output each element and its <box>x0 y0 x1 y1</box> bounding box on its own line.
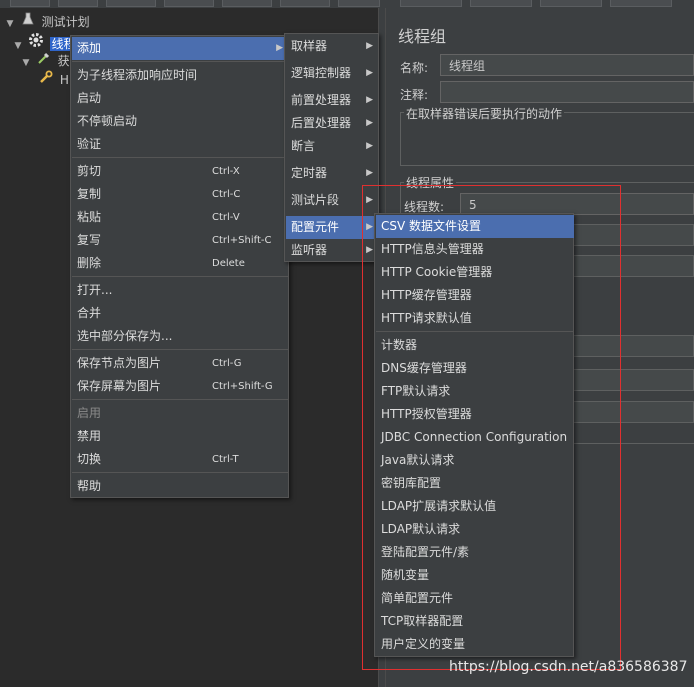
config-item-random-variable[interactable]: 随机变量 <box>376 564 574 587</box>
flask-icon <box>20 12 36 32</box>
submenu-item-sampler[interactable]: 取样器 ▶ <box>286 35 379 58</box>
tree-node-label: 测试计划 <box>41 15 90 29</box>
menu-item-merge[interactable]: 合并 <box>72 302 289 325</box>
config-element-submenu: CSV 数据文件设置 HTTP信息头管理器 HTTP Cookie管理器 HTT… <box>374 213 574 657</box>
config-item-cookie-manager[interactable]: HTTP Cookie管理器 <box>376 261 574 284</box>
menu-item-start[interactable]: 启动 <box>72 87 289 110</box>
toolbar <box>0 0 694 8</box>
menu-item-delete[interactable]: 删除 Delete <box>72 252 289 275</box>
toolbar-button[interactable] <box>280 0 330 7</box>
config-item-ldap-extended-defaults[interactable]: LDAP扩展请求默认值 <box>376 495 574 518</box>
threads-field[interactable]: 5 <box>460 193 694 215</box>
menu-item-validate[interactable]: 验证 <box>72 133 289 156</box>
config-item-ldap-defaults[interactable]: LDAP默认请求 <box>376 518 574 541</box>
toolbar-button[interactable] <box>400 0 462 7</box>
menu-separator <box>72 276 289 277</box>
add-submenu: 取样器 ▶ 逻辑控制器 ▶ 前置处理器 ▶ 后置处理器 ▶ 断言 ▶ 定时器 ▶ 测试片段 ▶… <box>284 33 379 262</box>
menu-item-save-node-image[interactable]: 保存节点为图片 Ctrl-G <box>72 352 289 375</box>
comment-label: 注释: <box>400 88 429 102</box>
toolbar-button[interactable] <box>610 0 672 7</box>
menu-separator <box>72 349 289 350</box>
submenu-arrow-icon: ▶ <box>366 245 373 255</box>
tree-node-label: 获 <box>57 54 70 68</box>
config-item-jdbc-connection[interactable]: JDBC Connection Configuration <box>376 426 574 449</box>
tree-node-sampler[interactable]: ▼ 获 <box>20 51 70 70</box>
tree-node-test-plan[interactable]: ▼ 测试计划 <box>4 12 90 31</box>
menu-item-cut[interactable]: 剪切 Ctrl-X <box>72 160 289 183</box>
config-item-csv-data-set[interactable]: CSV 数据文件设置 <box>376 215 574 238</box>
toolbar-button[interactable] <box>10 0 50 7</box>
toolbar-button[interactable] <box>338 0 380 7</box>
menu-item-add-response-time[interactable]: 为子线程添加响应时间 <box>72 64 289 87</box>
toolbar-button[interactable] <box>540 0 602 7</box>
submenu-arrow-icon: ▶ <box>366 118 373 128</box>
menu-item-enable: 启用 <box>77 406 102 420</box>
name-label: 名称: <box>400 61 429 75</box>
config-item-cache-manager[interactable]: HTTP缓存管理器 <box>376 284 574 307</box>
tree-node-config[interactable]: H <box>38 70 69 89</box>
thread-properties-title: 线程属性 <box>404 174 457 191</box>
submenu-item-config-element[interactable]: 配置元件 ▶ <box>286 216 379 239</box>
config-item-ftp-defaults[interactable]: FTP默认请求 <box>376 380 574 403</box>
menu-separator <box>72 472 289 473</box>
submenu-arrow-icon: ▶ <box>366 41 373 51</box>
expand-arrow-icon[interactable]: ▼ <box>20 54 32 73</box>
menu-item-duplicate[interactable]: 复写 Ctrl+Shift-C <box>72 229 289 252</box>
comment-field[interactable] <box>440 81 694 103</box>
config-item-java-defaults[interactable]: Java默认请求 <box>376 449 574 472</box>
config-item-auth-manager[interactable]: HTTP授权管理器 <box>376 403 574 426</box>
submenu-item-post-processor[interactable]: 后置处理器 ▶ <box>286 112 379 135</box>
submenu-item-assertion[interactable]: 断言 ▶ <box>286 135 379 158</box>
menu-item-help[interactable]: 帮助 <box>72 475 289 498</box>
toolbar-button[interactable] <box>106 0 156 7</box>
menu-separator <box>72 399 289 400</box>
menu-separator <box>72 61 289 62</box>
menu-item-toggle[interactable]: 切换 Ctrl-T <box>72 448 289 471</box>
toolbar-button[interactable] <box>58 0 98 7</box>
context-menu: 添加 ▶ 为子线程添加响应时间 启动 不停顿启动 验证 剪切 Ctrl-X 复制 Ct… <box>70 35 289 498</box>
config-item-counter[interactable]: 计数器 <box>376 334 574 357</box>
tree-node-thread-group[interactable]: ▼ 线程 <box>12 32 78 51</box>
menu-separator <box>72 157 289 158</box>
submenu-item-listener[interactable]: 监听器 ▶ <box>286 239 379 262</box>
config-item-keystore[interactable]: 密钥库配置 <box>376 472 574 495</box>
menu-item-paste[interactable]: 粘贴 Ctrl-V <box>72 206 289 229</box>
menu-item-disable[interactable]: 禁用 <box>72 425 289 448</box>
toolbar-button[interactable] <box>164 0 214 7</box>
submenu-arrow-icon: ▶ <box>276 43 283 53</box>
on-error-group-title: 在取样器错误后要执行的动作 <box>404 105 565 122</box>
config-item-request-defaults[interactable]: HTTP请求默认值 <box>376 307 574 330</box>
menu-item-open[interactable]: 打开... <box>72 279 289 302</box>
menu-item-add[interactable]: 添加 ▶ <box>72 37 289 60</box>
tree-node-label: H <box>59 73 69 87</box>
submenu-item-logic-controller[interactable]: 逻辑控制器 ▶ <box>286 62 379 85</box>
menu-item-copy[interactable]: 复制 Ctrl-C <box>72 183 289 206</box>
config-item-login-config[interactable]: 登陆配置元件/素 <box>376 541 574 564</box>
config-item-simple-config[interactable]: 简单配置元件 <box>376 587 574 610</box>
menu-item-save-selection-as[interactable]: 选中部分保存为... <box>72 325 289 348</box>
menu-separator <box>376 331 574 332</box>
wrench-icon <box>38 70 54 90</box>
config-item-header-manager[interactable]: HTTP信息头管理器 <box>376 238 574 261</box>
submenu-arrow-icon: ▶ <box>366 168 373 178</box>
submenu-item-test-fragment[interactable]: 测试片段 ▶ <box>286 189 379 212</box>
config-item-tcp-sampler-config[interactable]: TCP取样器配置 <box>376 610 574 633</box>
submenu-item-timer[interactable]: 定时器 ▶ <box>286 162 379 185</box>
submenu-arrow-icon: ▶ <box>366 222 373 232</box>
submenu-arrow-icon: ▶ <box>366 68 373 78</box>
toolbar-button[interactable] <box>222 0 272 7</box>
submenu-item-pre-processor[interactable]: 前置处理器 ▶ <box>286 89 379 112</box>
pipette-icon <box>36 51 52 71</box>
panel-title: 线程组 <box>398 27 447 46</box>
name-field[interactable]: 线程组 <box>440 54 694 76</box>
menu-item-save-screen-image[interactable]: 保存屏幕为图片 Ctrl+Shift-G <box>72 375 289 398</box>
config-item-dns-cache[interactable]: DNS缓存管理器 <box>376 357 574 380</box>
submenu-arrow-icon: ▶ <box>366 141 373 151</box>
menu-item-start-no-pause[interactable]: 不停顿启动 <box>72 110 289 133</box>
config-item-user-defined-variables[interactable]: 用户定义的变量 <box>376 633 574 656</box>
watermark-text: https://blog.csdn.net/a836586387 <box>449 659 688 675</box>
toolbar-button[interactable] <box>470 0 532 7</box>
submenu-arrow-icon: ▶ <box>366 195 373 205</box>
submenu-arrow-icon: ▶ <box>366 95 373 105</box>
